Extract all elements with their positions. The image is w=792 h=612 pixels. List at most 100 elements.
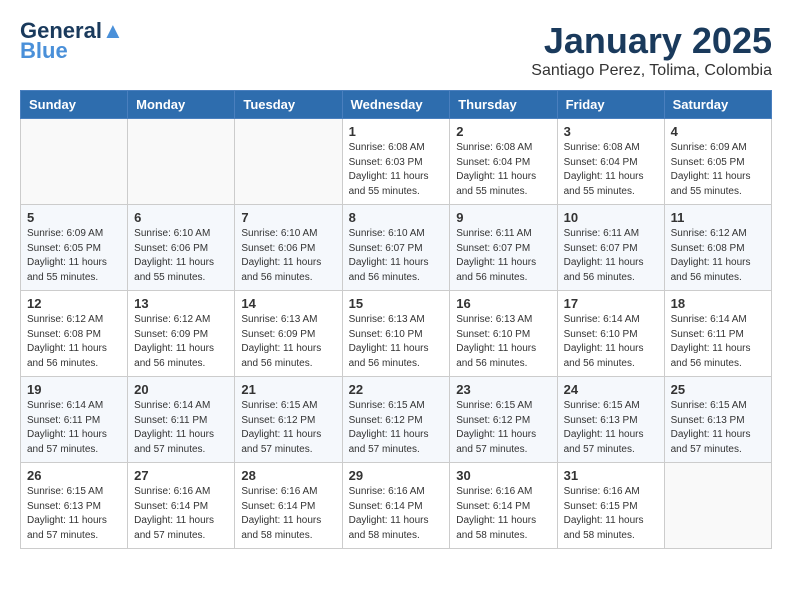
day-info: Sunrise: 6:12 AMSunset: 6:08 PMDaylight:…: [671, 227, 765, 285]
day-number: 21: [241, 382, 335, 397]
day-number: 24: [564, 382, 658, 397]
day-info: Sunrise: 6:16 AMSunset: 6:15 PMDaylight:…: [564, 485, 658, 543]
day-info: Sunrise: 6:12 AMSunset: 6:08 PMDaylight:…: [27, 313, 121, 371]
day-info: Sunrise: 6:15 AMSunset: 6:13 PMDaylight:…: [564, 399, 658, 457]
calendar-cell: 11 Sunrise: 6:12 AMSunset: 6:08 PMDayligh…: [664, 205, 771, 291]
calendar-cell: 25 Sunrise: 6:15 AMSunset: 6:13 PMDayligh…: [664, 377, 771, 463]
page-title: January 2025: [531, 20, 772, 62]
day-number: 18: [671, 296, 765, 311]
calendar-cell: 17Sunrise: 6:14 AMSunset: 6:10 PMDayligh…: [557, 291, 664, 377]
calendar-cell: 18 Sunrise: 6:14 AMSunset: 6:11 PMDayligh…: [664, 291, 771, 377]
day-number: 22: [349, 382, 444, 397]
day-number: 27: [134, 468, 228, 483]
day-header-thursday: Thursday: [450, 91, 557, 119]
calendar-cell: 1 Sunrise: 6:08 AMSunset: 6:03 PMDaylight…: [342, 119, 450, 205]
day-number: 15: [349, 296, 444, 311]
day-info: Sunrise: 6:16 AMSunset: 6:14 PMDaylight:…: [241, 485, 335, 543]
calendar-cell: [21, 119, 128, 205]
calendar-cell: 27 Sunrise: 6:16 AMSunset: 6:14 PMDayligh…: [128, 463, 235, 549]
day-number: 28: [241, 468, 335, 483]
day-number: 13: [134, 296, 228, 311]
calendar-cell: 26 Sunrise: 6:15 AMSunset: 6:13 PMDayligh…: [21, 463, 128, 549]
calendar-cell: [128, 119, 235, 205]
day-number: 8: [349, 210, 444, 225]
day-info: Sunrise: 6:16 AMSunset: 6:14 PMDaylight:…: [349, 485, 444, 543]
day-number: 20: [134, 382, 228, 397]
calendar-week-row: 26 Sunrise: 6:15 AMSunset: 6:13 PMDayligh…: [21, 463, 772, 549]
day-info: Sunrise: 6:15 AMSunset: 6:13 PMDaylight:…: [27, 485, 121, 543]
day-info: Sunrise: 6:10 AMSunset: 6:06 PMDaylight:…: [241, 227, 335, 285]
day-number: 14: [241, 296, 335, 311]
calendar-cell: [664, 463, 771, 549]
calendar-cell: 31 Sunrise: 6:16 AMSunset: 6:15 PMDayligh…: [557, 463, 664, 549]
calendar-cell: 3Sunrise: 6:08 AMSunset: 6:04 PMDaylight…: [557, 119, 664, 205]
calendar-week-row: 1 Sunrise: 6:08 AMSunset: 6:03 PMDaylight…: [21, 119, 772, 205]
calendar-cell: [235, 119, 342, 205]
day-number: 16: [456, 296, 550, 311]
day-header-tuesday: Tuesday: [235, 91, 342, 119]
calendar-cell: 29 Sunrise: 6:16 AMSunset: 6:14 PMDayligh…: [342, 463, 450, 549]
title-area: January 2025 Santiago Perez, Tolima, Col…: [531, 20, 772, 80]
day-info: Sunrise: 6:08 AMSunset: 6:03 PMDaylight:…: [349, 141, 444, 199]
calendar-table: SundayMondayTuesdayWednesdayThursdayFrid…: [20, 90, 772, 549]
calendar-week-row: 12 Sunrise: 6:12 AMSunset: 6:08 PMDayligh…: [21, 291, 772, 377]
calendar-cell: 21 Sunrise: 6:15 AMSunset: 6:12 PMDayligh…: [235, 377, 342, 463]
day-info: Sunrise: 6:13 AMSunset: 6:09 PMDaylight:…: [241, 313, 335, 371]
day-info: Sunrise: 6:09 AMSunset: 6:05 PMDaylight:…: [671, 141, 765, 199]
calendar-cell: 19Sunrise: 6:14 AMSunset: 6:11 PMDayligh…: [21, 377, 128, 463]
day-number: 5: [27, 210, 121, 225]
calendar-cell: 14 Sunrise: 6:13 AMSunset: 6:09 PMDayligh…: [235, 291, 342, 377]
day-info: Sunrise: 6:16 AMSunset: 6:14 PMDaylight:…: [134, 485, 228, 543]
calendar-header-row: SundayMondayTuesdayWednesdayThursdayFrid…: [21, 91, 772, 119]
calendar-cell: 2 Sunrise: 6:08 AMSunset: 6:04 PMDaylight…: [450, 119, 557, 205]
day-number: 25: [671, 382, 765, 397]
calendar-cell: 12 Sunrise: 6:12 AMSunset: 6:08 PMDayligh…: [21, 291, 128, 377]
day-header-saturday: Saturday: [664, 91, 771, 119]
day-number: 26: [27, 468, 121, 483]
logo-blue: Blue: [20, 40, 68, 62]
day-number: 7: [241, 210, 335, 225]
calendar-cell: 28 Sunrise: 6:16 AMSunset: 6:14 PMDayligh…: [235, 463, 342, 549]
calendar-cell: 22 Sunrise: 6:15 AMSunset: 6:12 PMDayligh…: [342, 377, 450, 463]
day-info: Sunrise: 6:11 AMSunset: 6:07 PMDaylight:…: [564, 227, 658, 285]
day-info: Sunrise: 6:10 AMSunset: 6:07 PMDaylight:…: [349, 227, 444, 285]
day-number: 19: [27, 382, 121, 397]
calendar-cell: 8 Sunrise: 6:10 AMSunset: 6:07 PMDaylight…: [342, 205, 450, 291]
day-number: 23: [456, 382, 550, 397]
calendar-cell: 6Sunrise: 6:10 AMSunset: 6:06 PMDaylight…: [128, 205, 235, 291]
day-info: Sunrise: 6:08 AMSunset: 6:04 PMDaylight:…: [456, 141, 550, 199]
day-info: Sunrise: 6:13 AMSunset: 6:10 PMDaylight:…: [349, 313, 444, 371]
calendar-cell: 30 Sunrise: 6:16 AMSunset: 6:14 PMDayligh…: [450, 463, 557, 549]
day-number: 30: [456, 468, 550, 483]
day-info: Sunrise: 6:15 AMSunset: 6:12 PMDaylight:…: [349, 399, 444, 457]
page-subtitle: Santiago Perez, Tolima, Colombia: [531, 62, 772, 80]
day-info: Sunrise: 6:15 AMSunset: 6:12 PMDaylight:…: [456, 399, 550, 457]
day-number: 4: [671, 124, 765, 139]
day-info: Sunrise: 6:16 AMSunset: 6:14 PMDaylight:…: [456, 485, 550, 543]
day-number: 2: [456, 124, 550, 139]
header: General▲ Blue January 2025 Santiago Pere…: [20, 20, 772, 80]
day-info: Sunrise: 6:14 AMSunset: 6:11 PMDaylight:…: [671, 313, 765, 371]
day-number: 1: [349, 124, 444, 139]
day-header-wednesday: Wednesday: [342, 91, 450, 119]
day-header-friday: Friday: [557, 91, 664, 119]
day-info: Sunrise: 6:10 AMSunset: 6:06 PMDaylight:…: [134, 227, 228, 285]
day-number: 10: [564, 210, 658, 225]
day-info: Sunrise: 6:11 AMSunset: 6:07 PMDaylight:…: [456, 227, 550, 285]
day-info: Sunrise: 6:15 AMSunset: 6:13 PMDaylight:…: [671, 399, 765, 457]
calendar-cell: 16Sunrise: 6:13 AMSunset: 6:10 PMDayligh…: [450, 291, 557, 377]
day-info: Sunrise: 6:14 AMSunset: 6:11 PMDaylight:…: [134, 399, 228, 457]
day-number: 9: [456, 210, 550, 225]
day-number: 12: [27, 296, 121, 311]
day-number: 3: [564, 124, 658, 139]
day-info: Sunrise: 6:15 AMSunset: 6:12 PMDaylight:…: [241, 399, 335, 457]
day-number: 29: [349, 468, 444, 483]
calendar-cell: 13Sunrise: 6:12 AMSunset: 6:09 PMDayligh…: [128, 291, 235, 377]
day-number: 11: [671, 210, 765, 225]
calendar-cell: 5Sunrise: 6:09 AMSunset: 6:05 PMDaylight…: [21, 205, 128, 291]
calendar-cell: 7 Sunrise: 6:10 AMSunset: 6:06 PMDaylight…: [235, 205, 342, 291]
calendar-cell: 4 Sunrise: 6:09 AMSunset: 6:05 PMDaylight…: [664, 119, 771, 205]
day-number: 31: [564, 468, 658, 483]
logo: General▲ Blue: [20, 20, 124, 62]
calendar-cell: 15 Sunrise: 6:13 AMSunset: 6:10 PMDayligh…: [342, 291, 450, 377]
